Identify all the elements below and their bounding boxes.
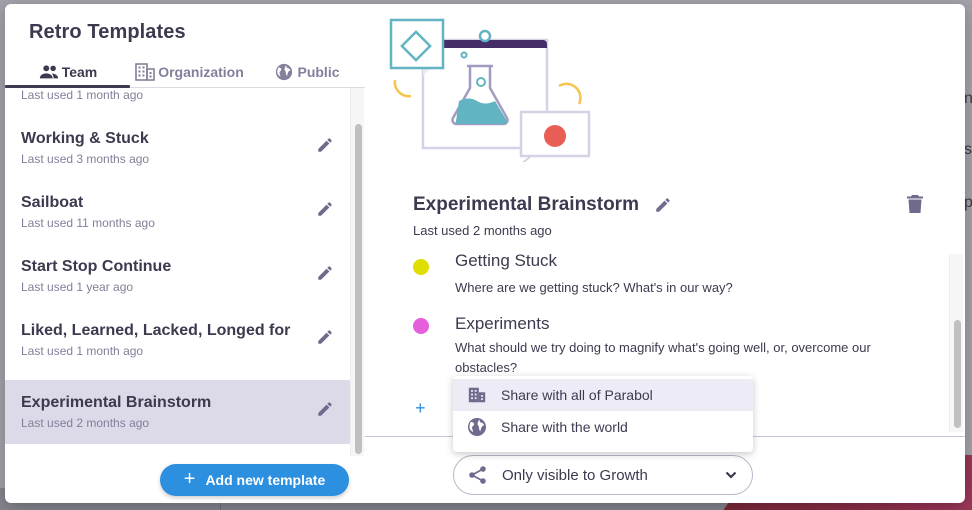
add-new-template-label: Add new template bbox=[205, 472, 326, 488]
edit-icon[interactable] bbox=[316, 88, 334, 90]
template-name: Working & Stuck bbox=[21, 130, 149, 147]
template-last-used: Last used 1 year ago bbox=[21, 280, 134, 294]
template-illustration bbox=[389, 18, 591, 162]
share-menu: Share with all of Parabol Share with the… bbox=[453, 376, 753, 452]
team-icon bbox=[39, 65, 58, 79]
background-text-fragment: s bbox=[964, 141, 972, 158]
prompt-description[interactable]: Where are we getting stuck? What's in ou… bbox=[455, 278, 895, 298]
template-last-used: Last used 11 months ago bbox=[21, 216, 155, 230]
prompts-scrollbar[interactable] bbox=[949, 254, 963, 432]
prompt-title[interactable]: Experiments bbox=[455, 314, 549, 334]
template-last-used: Last used 1 month ago bbox=[21, 88, 144, 102]
chevron-down-icon bbox=[725, 471, 737, 479]
edit-template-name-icon[interactable] bbox=[654, 196, 672, 214]
template-last-used: Last used 2 months ago bbox=[21, 416, 150, 430]
background-text-fragment: ne bbox=[964, 90, 972, 107]
prompt-color-dot[interactable] bbox=[413, 259, 429, 275]
template-name: Start Stop Continue bbox=[21, 258, 172, 275]
template-name: Sailboat bbox=[21, 194, 84, 211]
share-with-organization-option[interactable]: Share with all of Parabol bbox=[453, 379, 753, 411]
template-tabs: Team Organization Public bbox=[5, 56, 365, 88]
template-last-used: Last used 3 months ago bbox=[21, 152, 150, 166]
background-text-fragment: p bbox=[964, 194, 972, 211]
template-list-item[interactable]: Working & Stuck Last used 3 months ago bbox=[5, 116, 350, 180]
edit-icon[interactable] bbox=[316, 400, 334, 418]
share-with-world-option[interactable]: Share with the world bbox=[453, 411, 753, 443]
prompt-title[interactable]: Getting Stuck bbox=[455, 254, 557, 271]
template-last-used: Last used 1 month ago bbox=[21, 344, 144, 358]
organization-icon bbox=[135, 63, 156, 81]
public-icon bbox=[276, 63, 293, 81]
sharing-scope-dropdown[interactable]: Only visible to Growth bbox=[453, 455, 753, 495]
tab-team-label: Team bbox=[61, 64, 98, 80]
prompt-description[interactable]: What should we try doing to magnify what… bbox=[455, 338, 895, 378]
edit-icon[interactable] bbox=[316, 136, 334, 154]
tab-team[interactable]: Team bbox=[5, 56, 130, 88]
tab-public[interactable]: Public bbox=[248, 56, 365, 88]
prompt-color-dot[interactable] bbox=[413, 318, 429, 334]
template-list-item-selected[interactable]: Experimental Brainstorm Last used 2 mont… bbox=[5, 380, 350, 444]
edit-icon[interactable] bbox=[316, 264, 334, 282]
delete-template-icon[interactable] bbox=[907, 195, 923, 213]
menu-item-label: Share with all of Parabol bbox=[501, 387, 653, 403]
tab-organization-label: Organization bbox=[158, 64, 244, 80]
add-prompt-icon[interactable]: + bbox=[415, 398, 426, 419]
edit-icon[interactable] bbox=[316, 200, 334, 218]
template-title: Experimental Brainstorm bbox=[413, 194, 639, 215]
retro-templates-modal: Retro Templates Team Organization Public… bbox=[5, 4, 965, 503]
template-name: Liked, Learned, Lacked, Longed for bbox=[21, 322, 291, 339]
template-list-item[interactable]: Start Stop Continue Last used 1 year ago bbox=[5, 244, 350, 308]
scrollbar-thumb[interactable] bbox=[355, 124, 362, 454]
template-list: Last used 1 month ago Working & Stuck La… bbox=[5, 88, 350, 456]
modal-title: Retro Templates bbox=[29, 21, 186, 43]
template-last-used: Last used 2 months ago bbox=[413, 223, 552, 238]
template-list-panel: Retro Templates Team Organization Public… bbox=[5, 4, 365, 503]
template-list-item[interactable]: Sailboat Last used 11 months ago bbox=[5, 180, 350, 244]
template-list-item[interactable]: Liked, Learned, Lacked, Longed for Last … bbox=[5, 308, 350, 372]
template-list-item[interactable]: Last used 1 month ago bbox=[5, 88, 350, 116]
menu-item-label: Share with the world bbox=[501, 419, 628, 435]
tab-organization[interactable]: Organization bbox=[130, 56, 248, 88]
template-name: Experimental Brainstorm bbox=[21, 394, 212, 411]
add-new-template-button[interactable]: + Add new template bbox=[160, 464, 349, 496]
scrollbar-thumb[interactable] bbox=[954, 320, 961, 428]
public-icon bbox=[468, 418, 486, 436]
share-icon bbox=[469, 466, 486, 484]
template-list-scrollbar[interactable] bbox=[350, 88, 364, 456]
plus-icon: + bbox=[183, 468, 196, 490]
tab-public-label: Public bbox=[297, 64, 340, 80]
edit-icon[interactable] bbox=[316, 328, 334, 346]
organization-icon bbox=[468, 387, 486, 403]
sharing-scope-value: Only visible to Growth bbox=[502, 466, 648, 484]
